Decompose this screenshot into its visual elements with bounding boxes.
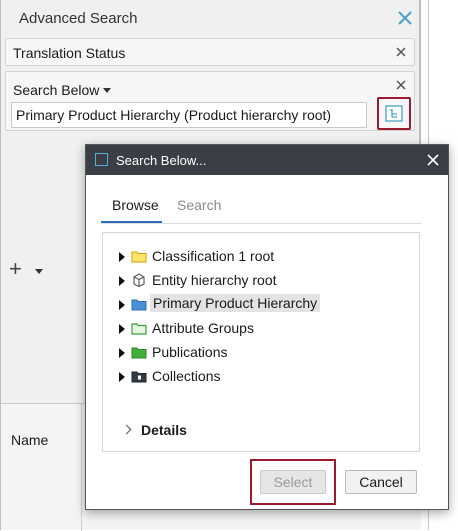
search-below-field[interactable]: Primary Product Hierarchy (Product hiera…: [11, 102, 367, 128]
panel-title: Advanced Search: [19, 10, 138, 27]
tree-item-label: Entity hierarchy root: [152, 272, 277, 288]
tree-item-collections[interactable]: Collections: [119, 366, 419, 388]
tree-item-label: Primary Product Hierarchy: [150, 294, 321, 312]
tree-item-label: Attribute Groups: [152, 320, 254, 336]
chevron-down-icon[interactable]: [103, 88, 111, 93]
search-below-criterion: Search Below Primary Product Hierarchy (…: [5, 71, 415, 131]
remove-criterion-icon[interactable]: [394, 78, 408, 92]
details-label: Details: [141, 422, 187, 438]
chevron-right-icon: [121, 424, 132, 435]
green-outline-folder-icon: [131, 321, 147, 335]
tree-item-classification[interactable]: Classification 1 root: [119, 246, 419, 268]
remove-criterion-icon[interactable]: [394, 45, 408, 59]
close-icon[interactable]: [426, 153, 440, 167]
search-below-value: Primary Product Hierarchy (Product hiera…: [16, 107, 332, 123]
active-tab-indicator: [101, 221, 162, 223]
expand-arrow-icon[interactable]: [119, 348, 125, 358]
tree-item-label: Collections: [152, 368, 221, 384]
chevron-down-icon: [35, 269, 43, 274]
window-icon: [95, 153, 108, 166]
hierarchy-icon: [385, 105, 403, 122]
cube-icon: [131, 273, 147, 288]
column-divider: [81, 404, 82, 531]
yellow-folder-icon: [131, 249, 147, 263]
green-folder-icon: [131, 345, 147, 359]
select-button[interactable]: Select: [260, 470, 326, 494]
expand-arrow-icon[interactable]: [119, 252, 125, 262]
expand-arrow-icon[interactable]: [119, 372, 125, 382]
tabs-divider: [101, 223, 421, 224]
close-icon[interactable]: [395, 8, 415, 28]
blue-folder-icon: [131, 297, 147, 311]
tree-item-primary-product[interactable]: Primary Product Hierarchy: [119, 294, 419, 316]
translation-status-criterion: Translation Status: [5, 38, 415, 66]
dialog-titlebar: Search Below...: [86, 145, 448, 175]
tree-item-publications[interactable]: Publications: [119, 342, 419, 364]
column-header-name[interactable]: Name: [11, 432, 48, 448]
hierarchy-tree: Classification 1 root Entity hierarchy r…: [102, 232, 420, 452]
tab-browse[interactable]: Browse: [112, 197, 159, 213]
panel-header: Advanced Search: [7, 0, 417, 38]
translation-status-label: Translation Status: [13, 45, 126, 61]
collection-icon: [131, 369, 147, 383]
tree-item-attribute-groups[interactable]: Attribute Groups: [119, 318, 419, 340]
expand-arrow-icon[interactable]: [119, 324, 125, 334]
expand-arrow-icon[interactable]: [119, 276, 125, 286]
cancel-button[interactable]: Cancel: [345, 470, 417, 494]
expand-arrow-icon[interactable]: [119, 300, 125, 310]
add-criterion-button[interactable]: +: [7, 256, 47, 282]
search-below-label[interactable]: Search Below: [13, 82, 99, 98]
tree-item-label: Classification 1 root: [152, 248, 275, 264]
details-toggle[interactable]: Details: [121, 422, 243, 442]
tab-search[interactable]: Search: [177, 197, 221, 213]
browse-hierarchy-button[interactable]: [377, 97, 411, 130]
tree-item-label: Publications: [152, 344, 228, 360]
tree-item-entity[interactable]: Entity hierarchy root: [119, 270, 419, 292]
search-below-dialog: Search Below... Browse Search Classifica…: [85, 144, 449, 510]
dialog-title: Search Below...: [116, 153, 207, 168]
plus-icon: +: [9, 256, 22, 281]
